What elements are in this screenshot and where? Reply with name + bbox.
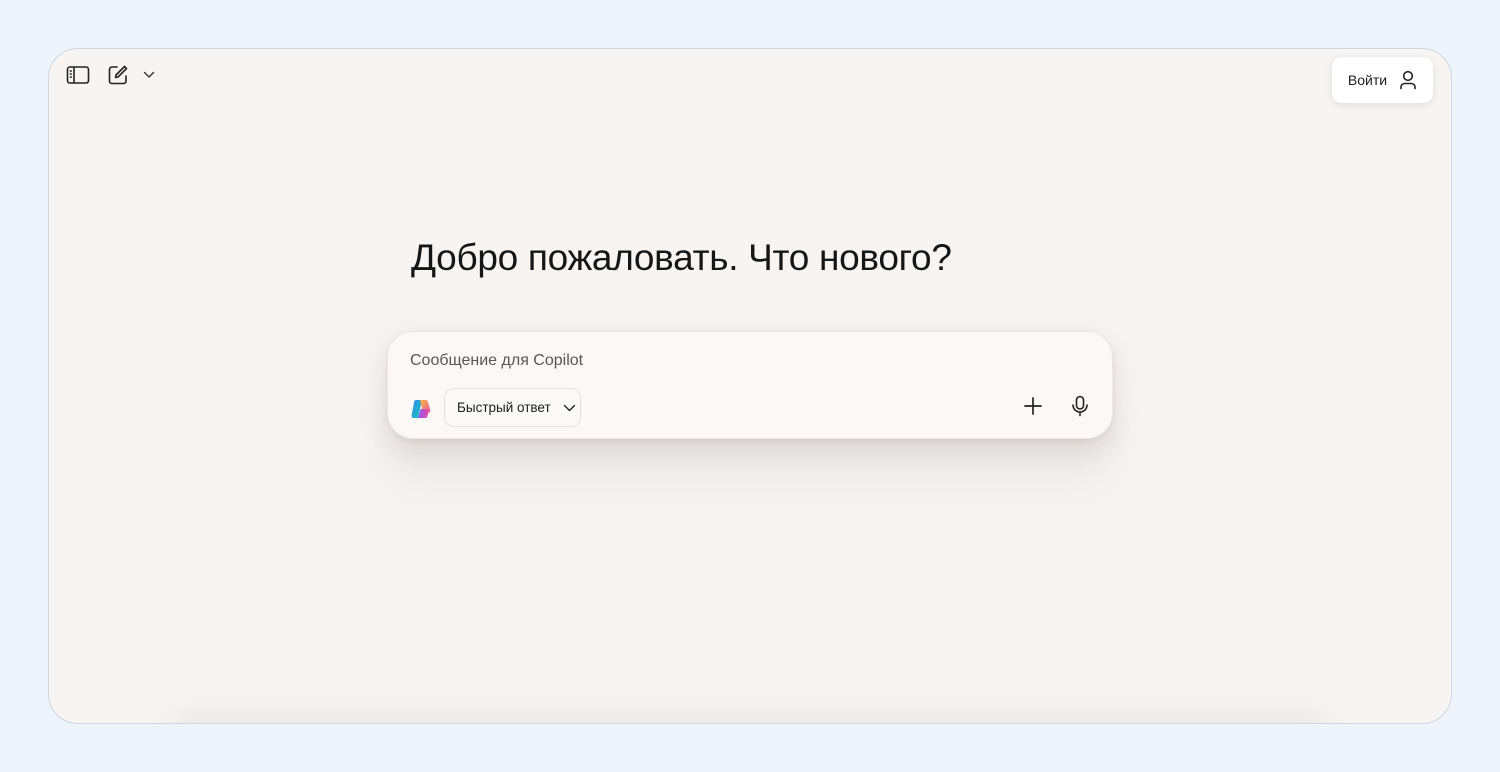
microphone-icon: [1072, 395, 1088, 417]
voice-input-button[interactable]: [1067, 393, 1093, 419]
chevron-down-icon: [563, 404, 575, 411]
chevron-down-icon: [143, 71, 155, 78]
copilot-logo-icon: [411, 400, 431, 418]
sign-in-button[interactable]: Войти: [1332, 57, 1433, 103]
page-title: Добро пожаловать. Что нового?: [411, 237, 952, 278]
sign-in-label: Войти: [1347, 72, 1388, 88]
user-icon: [1400, 70, 1416, 90]
new-chat-button[interactable]: [105, 62, 131, 88]
message-composer: Быстрый ответ: [387, 331, 1113, 439]
sidebar-toggle-icon: [66, 66, 90, 84]
plus-icon: [1024, 397, 1042, 415]
new-chat-options-button[interactable]: [141, 62, 157, 88]
window-bottom-shadow: [169, 713, 1331, 723]
response-mode-select[interactable]: Быстрый ответ: [444, 388, 581, 427]
app-frame: Войти Добро пожаловать. Что нового? Сооб…: [0, 0, 1500, 772]
response-mode-label: Быстрый ответ: [457, 400, 551, 415]
new-chat-icon: [108, 65, 128, 85]
message-input[interactable]: [410, 346, 1010, 376]
sidebar-toggle-button[interactable]: [65, 62, 91, 88]
attach-button[interactable]: [1020, 393, 1046, 419]
copilot-window: Войти Добро пожаловать. Что нового? Сооб…: [48, 48, 1452, 724]
top-left-toolbar: [65, 63, 157, 87]
